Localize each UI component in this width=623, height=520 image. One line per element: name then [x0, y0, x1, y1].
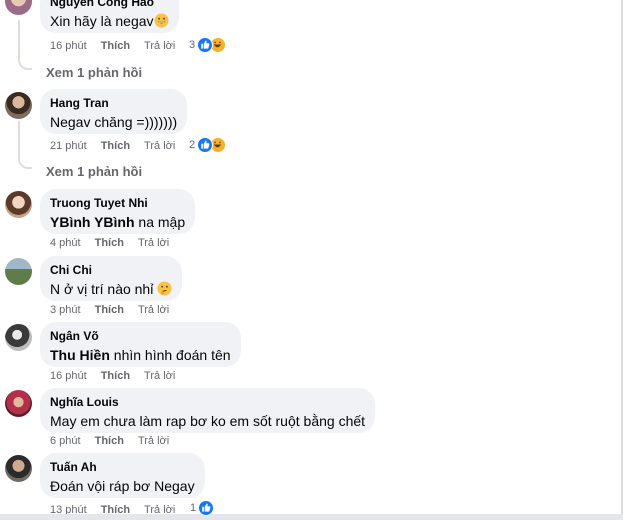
comment-section: Nguyễn Công Hào Xin hãy là negav 16 phút…	[0, 0, 623, 520]
reaction-count: 3	[189, 39, 196, 51]
like-button[interactable]: Thích	[95, 434, 124, 448]
view-replies-link[interactable]: Xem 1 phản hồi	[46, 164, 142, 179]
comment-author[interactable]: Hang Tran	[50, 95, 177, 111]
thread-line	[18, 121, 20, 157]
grin-emoji	[154, 13, 169, 33]
comment-text: Đoán vội ráp bơ Negay	[50, 478, 195, 494]
thread-connector	[18, 58, 32, 70]
avatar[interactable]	[5, 390, 32, 417]
thread-line	[18, 20, 20, 58]
reply-button[interactable]: Trả lời	[144, 369, 175, 383]
comment-author[interactable]: Nguyễn Công Hào	[50, 0, 169, 10]
comment-text: N ở vị trí nào nhỉ	[50, 280, 172, 301]
like-reaction-icon	[198, 500, 215, 516]
comment-time[interactable]: 16 phút	[50, 39, 87, 53]
like-button[interactable]: Thích	[101, 139, 130, 153]
reply-button[interactable]: Trả lời	[144, 139, 175, 153]
like-reaction-icon	[197, 37, 214, 53]
comment-text-content: na mập	[134, 214, 186, 230]
reaction-summary[interactable]: 2	[189, 137, 227, 153]
comment-actions: 16 phút Thích Trả lời	[50, 369, 175, 383]
avatar[interactable]	[5, 455, 32, 482]
comment-author[interactable]: Chi Chi	[50, 262, 172, 278]
comment-bubble: Nguyễn Công Hào Xin hãy là negav	[40, 0, 179, 33]
reply-button[interactable]: Trả lời	[138, 434, 169, 448]
comment-bubble: Tuấn Ah Đoán vội ráp bơ Negay	[40, 453, 205, 498]
like-button[interactable]: Thích	[101, 369, 130, 383]
view-replies-link[interactable]: Xem 1 phản hồi	[46, 65, 142, 80]
comment-text: May em chưa làm rap bơ ko em sốt ruột bằ…	[50, 413, 366, 429]
comment-author[interactable]: Nghĩa Louis	[50, 394, 365, 410]
like-button[interactable]: Thích	[95, 303, 124, 317]
comment-text-content: N ở vị trí nào nhỉ	[50, 281, 154, 297]
comment-time[interactable]: 16 phút	[50, 369, 87, 383]
comment-author[interactable]: Tuấn Ah	[50, 459, 195, 475]
comment-text: Negav chăng =)))))))	[50, 114, 178, 130]
comment-actions: 6 phút Thích Trả lời	[50, 434, 169, 448]
comment-bubble: Ngân Võ Thu Hiền nhìn hình đoán tên	[40, 322, 241, 367]
reply-button[interactable]: Trả lời	[138, 303, 169, 317]
thread-connector	[18, 157, 32, 169]
mention-link[interactable]: Thu Hiền	[50, 347, 110, 363]
reaction-count: 2	[189, 139, 196, 151]
like-reaction-icon	[197, 137, 214, 153]
reaction-count: 1	[190, 502, 197, 514]
comment-text: Xin hãy là negav	[50, 12, 169, 33]
comment-time[interactable]: 21 phút	[50, 139, 87, 153]
comment-actions: 3 phút Thích Trả lời	[50, 303, 169, 317]
avatar[interactable]	[5, 258, 32, 285]
comment-text: YBình YBình na mập	[50, 213, 185, 232]
avatar[interactable]	[5, 191, 32, 218]
avatar[interactable]	[5, 92, 32, 119]
reply-button[interactable]: Trả lời	[138, 236, 169, 250]
comment-time[interactable]: 6 phút	[50, 434, 81, 448]
comment-bubble: Chi Chi N ở vị trí nào nhỉ	[40, 256, 183, 301]
comment-time[interactable]: 4 phút	[50, 236, 81, 250]
like-button[interactable]: Thích	[101, 39, 130, 53]
avatar[interactable]	[5, 324, 32, 351]
comment-actions: 16 phút Thích Trả lời	[50, 39, 175, 53]
avatar[interactable]	[5, 0, 32, 15]
mention-link[interactable]: YBình YBình	[50, 214, 135, 230]
comment-actions: 4 phút Thích Trả lời	[50, 236, 169, 250]
comment-author[interactable]: Ngân Võ	[50, 328, 231, 344]
comment-text-content: Xin hãy là negav	[50, 13, 154, 29]
reaction-summary[interactable]: 3	[189, 37, 227, 53]
reply-button[interactable]: Trả lời	[144, 39, 175, 53]
comment-bubble: Truong Tuyet Nhi YBình YBình na mập	[40, 189, 196, 234]
thinking-face-emoji	[157, 281, 172, 301]
comment-actions: 21 phút Thích Trả lời	[50, 139, 175, 153]
comment-bubble: Hang Tran Negav chăng =)))))))	[40, 89, 188, 134]
comment-text-content: nhìn hình đoán tên	[109, 347, 231, 363]
scroll-edge	[0, 514, 623, 520]
comment-bubble: Nghĩa Louis May em chưa làm rap bơ ko em…	[40, 388, 376, 433]
like-button[interactable]: Thích	[95, 236, 124, 250]
comment-time[interactable]: 3 phút	[50, 303, 81, 317]
comment-author[interactable]: Truong Tuyet Nhi	[50, 195, 185, 211]
comment-text: Thu Hiền nhìn hình đoán tên	[50, 346, 231, 365]
